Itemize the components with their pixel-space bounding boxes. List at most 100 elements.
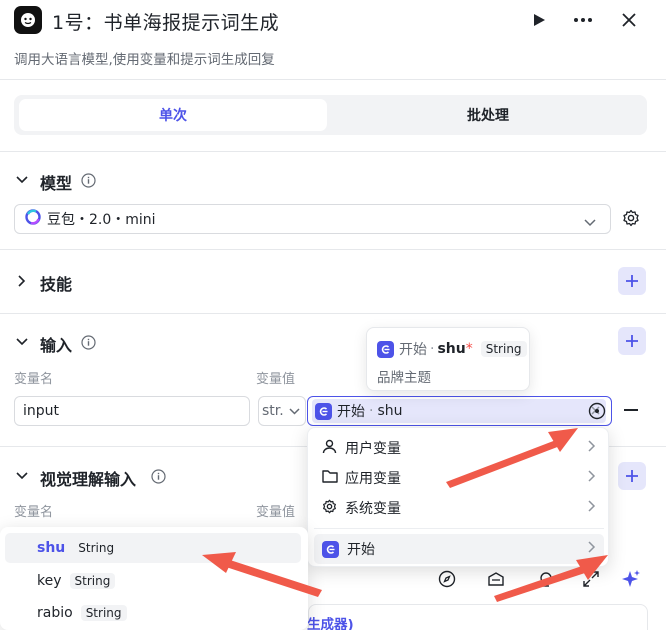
chevron-down-icon[interactable] (14, 172, 30, 188)
type-tag: String (73, 540, 120, 556)
tooltip-variable-name: shu (437, 341, 466, 357)
variable-picker-button[interactable] (588, 402, 606, 424)
model-section-title: 模型 (40, 174, 73, 193)
column-header-value: 变量值 (256, 372, 296, 387)
divider (0, 313, 666, 314)
info-icon[interactable] (80, 334, 96, 350)
node-description: 调用大语言模型,使用变量和提示词生成回复 (14, 52, 275, 68)
plus-icon (626, 275, 638, 287)
user-icon (322, 439, 337, 458)
start-node-icon (315, 402, 332, 420)
chevron-down-icon[interactable] (14, 334, 30, 350)
run-button[interactable] (528, 9, 550, 31)
model-select[interactable]: 豆包・2.0・mini (14, 204, 611, 234)
plus-icon (626, 470, 638, 482)
type-value: str. (262, 403, 284, 419)
submenu-item-shu[interactable]: shu String (5, 533, 301, 563)
model-selected-value: 豆包・2.0・mini (47, 212, 156, 228)
divider (0, 79, 666, 80)
start-node-icon (377, 340, 394, 358)
variable-value-reference[interactable]: 开始 · shu (307, 396, 612, 426)
chevron-right-icon (588, 470, 596, 486)
app-logo-icon (14, 6, 42, 34)
close-button[interactable] (618, 9, 640, 31)
submenu-item-rabio[interactable]: rabio String (5, 598, 301, 628)
chevron-right-icon (588, 500, 596, 516)
variable-tooltip: 开始 · shu * String 品牌主题 (366, 327, 530, 391)
column-header-name: 变量名 (14, 372, 54, 387)
expand-icon[interactable] (580, 568, 602, 590)
prompt-text: 生成器) (307, 617, 354, 630)
skills-section-title: 技能 (40, 275, 73, 294)
visual-input-section-title: 视觉理解输入 (40, 470, 137, 489)
mode-tabs: 单次 批处理 (14, 95, 647, 135)
menu-item-system-variables[interactable]: 系统变量 (314, 493, 604, 523)
reference-variable-name: shu (377, 403, 403, 419)
menu-item-label: 应用变量 (345, 471, 401, 487)
doubao-logo-icon (25, 209, 41, 229)
menu-item-user-variables[interactable]: 用户变量 (314, 433, 604, 463)
tooltip-node-name: 开始 (399, 342, 427, 358)
more-icon (574, 18, 592, 22)
compass-icon[interactable] (436, 568, 458, 590)
gear-icon (623, 209, 639, 227)
input-section-title: 输入 (40, 336, 73, 355)
column-header-value: 变量值 (256, 505, 296, 520)
add-skill-button[interactable] (618, 267, 646, 295)
menu-item-label: 开始 (347, 542, 375, 558)
plus-icon (626, 335, 638, 347)
folder-icon (322, 469, 338, 487)
divider (0, 151, 666, 152)
tab-single[interactable]: 单次 (19, 99, 327, 131)
start-node-icon (322, 540, 339, 558)
variable-type-select[interactable]: str. (258, 396, 306, 426)
reference-separator: · (369, 403, 374, 419)
menu-item-label: 用户变量 (345, 441, 401, 457)
required-mark: * (465, 341, 473, 357)
node-title: 1号：书单海报提示词生成 (52, 12, 280, 34)
variable-source-dropdown: 用户变量 应用变量 系统变量 开始 (307, 427, 609, 567)
add-visual-input-button[interactable] (618, 462, 646, 490)
menu-item-app-variables[interactable]: 应用变量 (314, 463, 604, 493)
type-tag: String (480, 341, 527, 357)
play-icon (534, 14, 545, 26)
chevron-right-icon[interactable] (14, 273, 30, 289)
divider (0, 249, 666, 250)
start-node-variables-submenu: shu String key String rabio String (0, 527, 308, 630)
chevron-right-icon (588, 440, 596, 456)
library-icon[interactable] (485, 568, 507, 590)
tab-batch[interactable]: 批处理 (334, 99, 642, 131)
tooltip-header: 开始 · shu * String (377, 339, 527, 359)
variable-reference-chip[interactable]: 开始 · shu (312, 399, 606, 423)
close-icon (622, 13, 636, 27)
variable-name: rabio (37, 605, 73, 621)
prompt-editor[interactable]: 生成器) (307, 604, 648, 630)
chevron-right-icon (588, 541, 596, 557)
type-tag: String (80, 605, 127, 621)
variable-name-input[interactable]: input (14, 396, 250, 426)
variable-name: key (37, 573, 62, 589)
submenu-item-key[interactable]: key String (5, 566, 301, 596)
menu-divider (314, 528, 604, 529)
chevron-down-icon (584, 215, 596, 231)
add-input-button[interactable] (618, 327, 646, 355)
more-button[interactable] (572, 9, 594, 31)
variable-name: shu (37, 540, 66, 556)
menu-item-label: 系统变量 (345, 501, 401, 517)
chevron-down-icon[interactable] (14, 468, 30, 484)
info-icon[interactable] (150, 468, 166, 484)
target-icon (588, 402, 606, 420)
reference-node-name: 开始 (337, 404, 365, 420)
info-icon[interactable] (80, 172, 96, 188)
model-settings-button[interactable] (622, 209, 642, 229)
remove-input-button[interactable] (624, 409, 638, 411)
type-tag: String (69, 573, 116, 589)
menu-item-start-node[interactable]: 开始 (314, 534, 604, 564)
ai-sparkle-icon[interactable] (620, 568, 642, 590)
lightbulb-icon[interactable] (535, 568, 557, 590)
tooltip-description: 品牌主题 (377, 370, 431, 386)
column-header-name: 变量名 (14, 505, 54, 520)
chevron-down-icon (289, 403, 300, 419)
gear-icon (322, 499, 337, 518)
tooltip-separator: · (430, 341, 435, 357)
